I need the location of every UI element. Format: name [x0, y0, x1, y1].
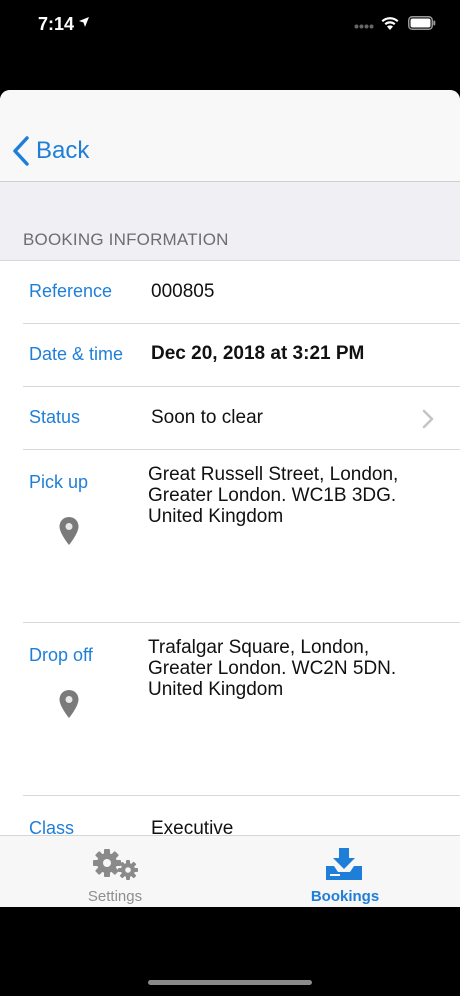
navigation-bar: Back: [0, 90, 460, 182]
status-row[interactable]: Status Soon to clear: [0, 387, 460, 450]
address-line: Greater London. WC1B 3DG.: [148, 485, 397, 506]
back-label: Back: [36, 137, 90, 164]
tab-bar: Settings Bookings: [0, 835, 460, 907]
status-value: Soon to clear: [151, 407, 263, 428]
reference-row: Reference 000805: [0, 261, 460, 324]
date-time-label: Date & time: [29, 344, 124, 364]
drop-off-row: Drop off Trafalgar Square, London, Great…: [0, 623, 460, 796]
pick-up-label: Pick up: [29, 472, 89, 492]
booking-info-table: Reference 000805 Date & time Dec 20, 201…: [0, 260, 460, 841]
chevron-left-icon: [13, 136, 29, 166]
inbox-download-icon: [326, 848, 362, 880]
address-line: United Kingdom: [148, 679, 284, 700]
tab-settings[interactable]: Settings: [0, 836, 230, 907]
address-line: United Kingdom: [148, 506, 284, 527]
address-line: Great Russell Street, London,: [148, 464, 399, 485]
map-pin-icon[interactable]: [58, 689, 80, 719]
home-indicator: [148, 980, 312, 985]
booking-detail-sheet: Back BOOKING INFORMATION Reference 00080…: [0, 90, 460, 906]
status-label: Status: [29, 407, 81, 427]
signal-dots-icon: [354, 24, 374, 29]
wifi-icon: [381, 17, 399, 30]
date-time-value: Dec 20, 2018 at 3:21 PM: [151, 343, 365, 364]
status-time: 7:14: [38, 14, 75, 34]
tab-bookings-label: Bookings: [310, 888, 380, 905]
chevron-right-icon: [422, 409, 434, 429]
tab-settings-label: Settings: [87, 888, 143, 905]
status-bar: 7:14: [0, 0, 460, 50]
tab-bookings[interactable]: Bookings: [230, 836, 460, 907]
reference-label: Reference: [29, 281, 113, 301]
reference-value: 000805: [151, 281, 215, 302]
back-button[interactable]: Back: [12, 134, 89, 168]
pick-up-row: Pick up Great Russell Street, London, Gr…: [0, 450, 460, 623]
map-pin-icon[interactable]: [58, 516, 80, 546]
battery-icon: [408, 16, 436, 30]
gears-icon: [93, 849, 138, 880]
pick-up-address: Great Russell Street, London, Greater Lo…: [148, 464, 438, 527]
address-line: Trafalgar Square, London,: [148, 637, 370, 658]
location-arrow-icon: [79, 17, 89, 27]
drop-off-label: Drop off: [29, 645, 93, 665]
address-line: Greater London. WC2N 5DN.: [148, 658, 397, 679]
drop-off-address: Trafalgar Square, London, Greater London…: [148, 637, 438, 700]
date-time-row: Date & time Dec 20, 2018 at 3:21 PM: [0, 324, 460, 387]
section-header: BOOKING INFORMATION: [23, 230, 229, 249]
